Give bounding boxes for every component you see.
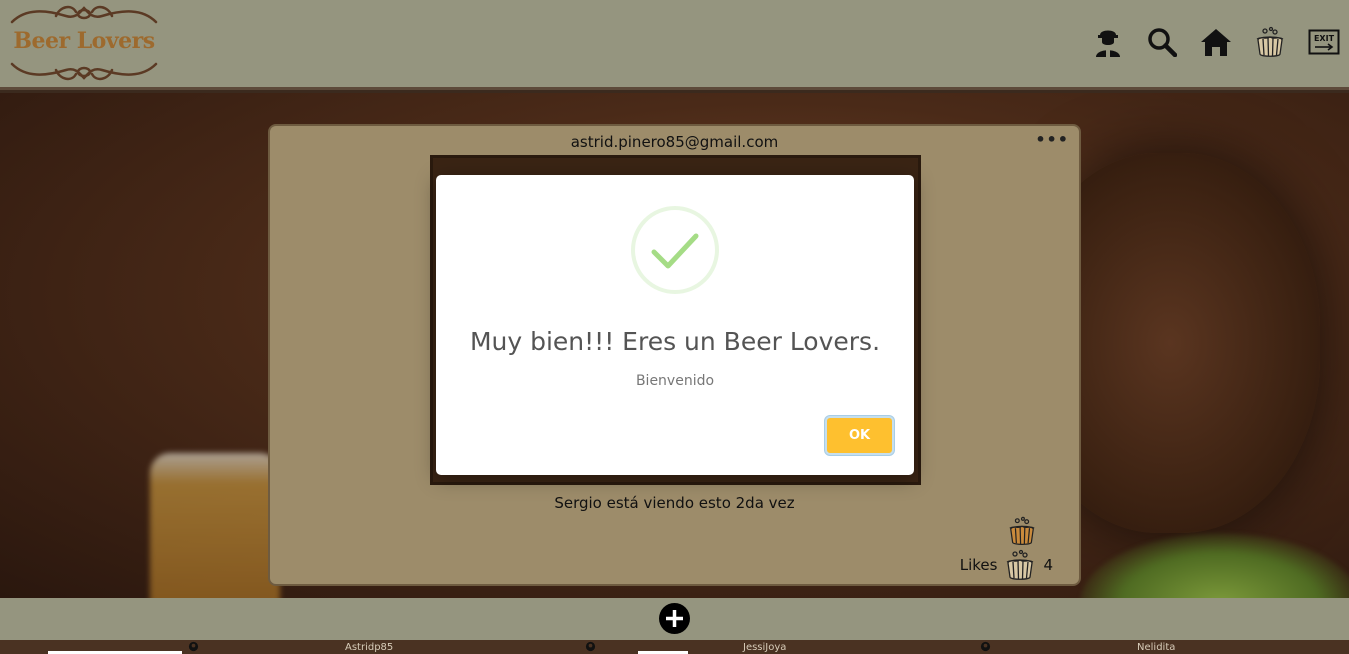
dialog-text: Bienvenido xyxy=(635,373,715,389)
checkmark-icon xyxy=(651,233,699,269)
modal-overlay: Muy bien!!! Eres un Beer Lovers. Bienven… xyxy=(0,0,1349,654)
ok-button[interactable]: OK xyxy=(825,416,894,455)
dialog-title: Muy bien!!! Eres un Beer Lovers. xyxy=(469,327,881,356)
success-dialog: Muy bien!!! Eres un Beer Lovers. Bienven… xyxy=(436,175,914,475)
success-check-icon xyxy=(631,206,719,294)
